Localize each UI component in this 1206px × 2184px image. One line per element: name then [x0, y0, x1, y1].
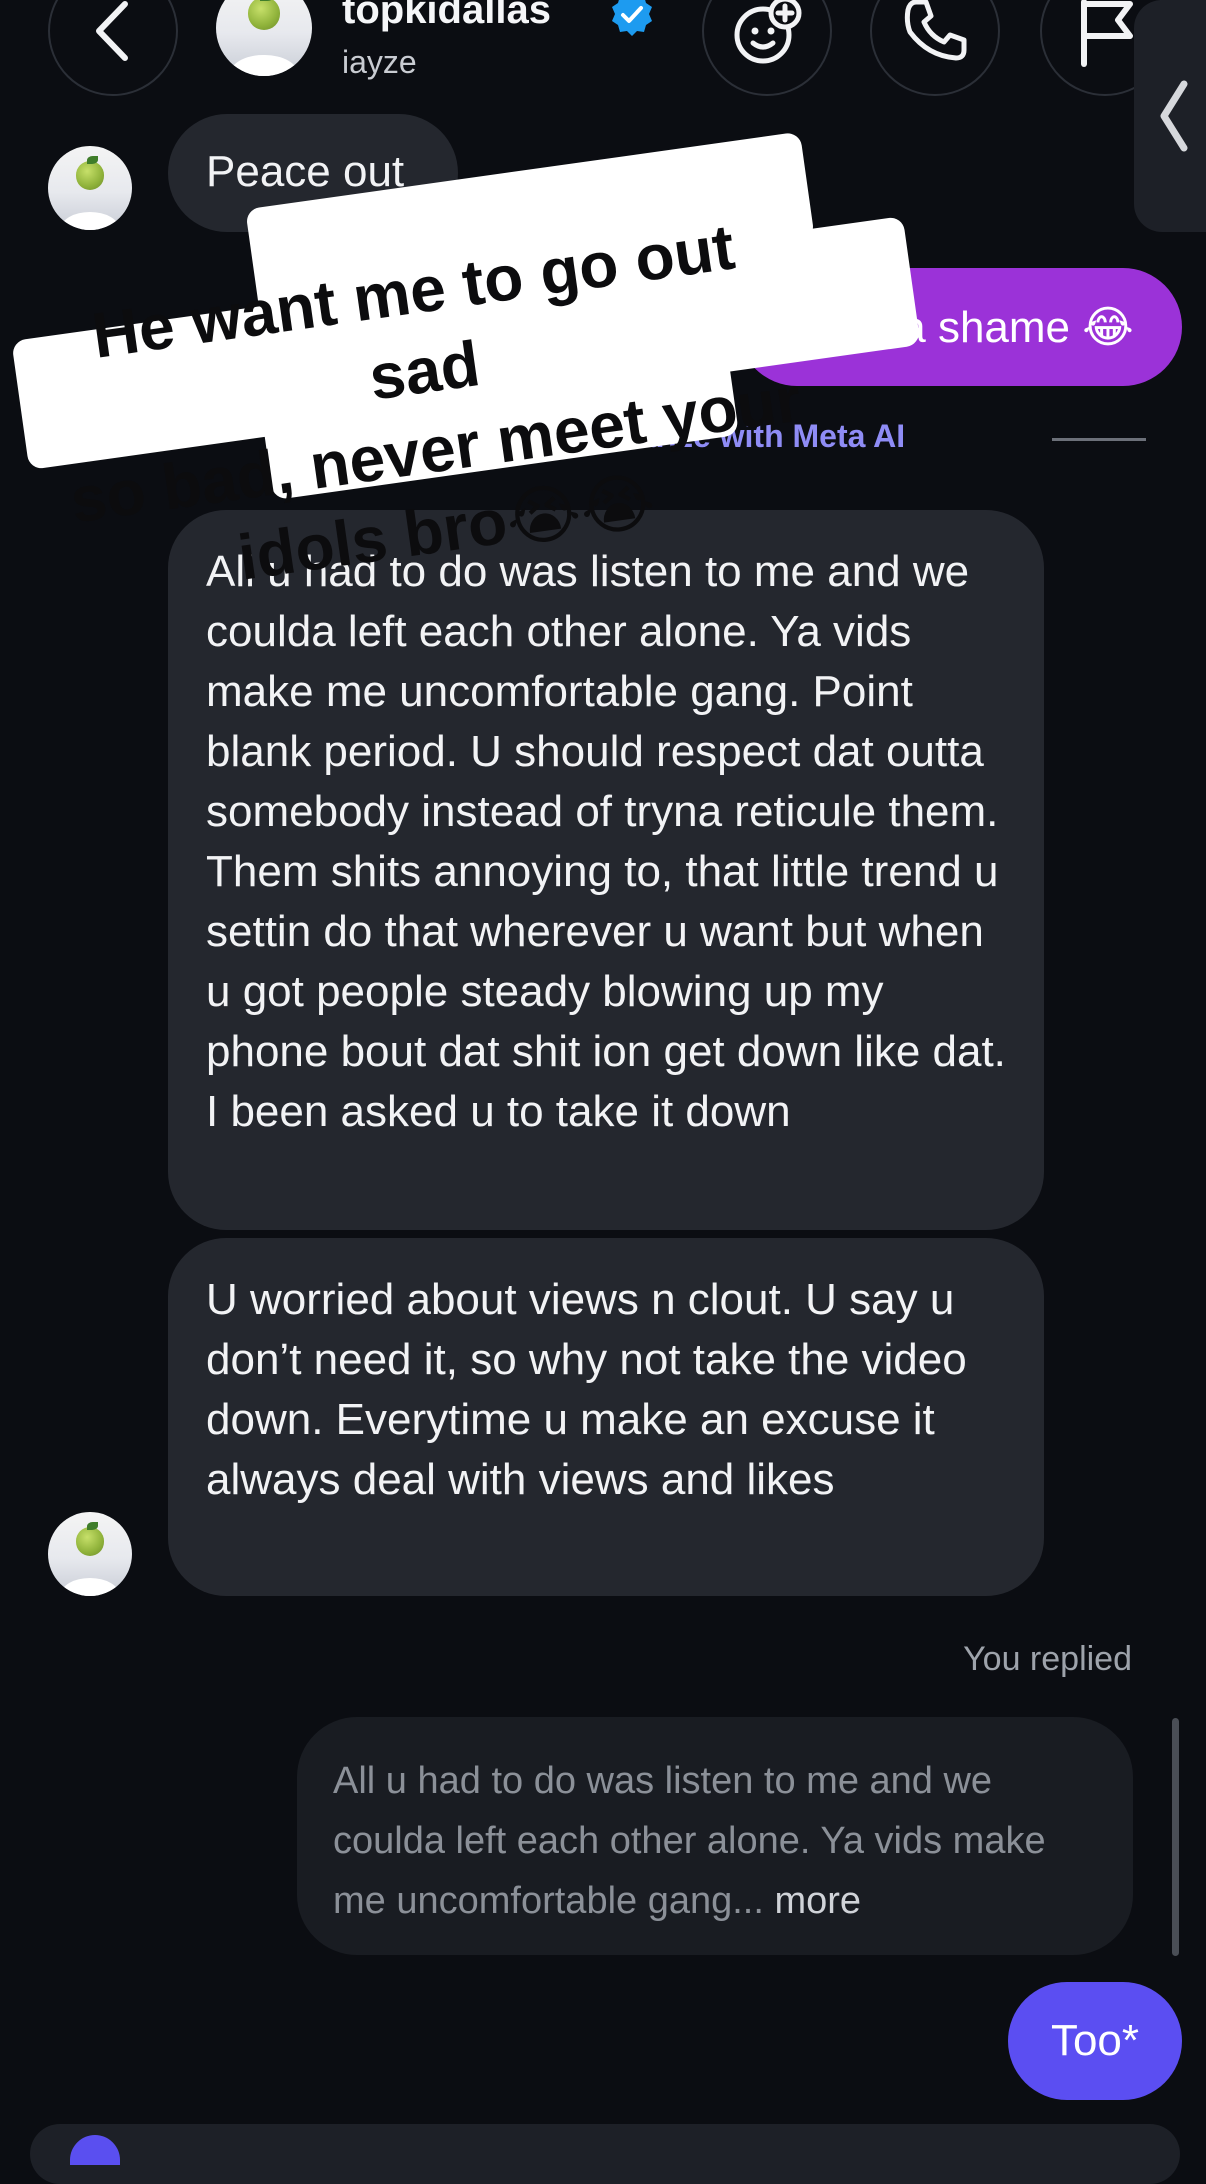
verified-badge-icon: [612, 0, 652, 36]
message-composer[interactable]: [30, 2124, 1180, 2184]
chat-handle: iayze: [342, 44, 417, 80]
chat-username[interactable]: topkidallas: [342, 0, 551, 33]
message-text: U worried about views n clout. U say u d…: [206, 1275, 967, 1504]
reply-more-link[interactable]: more: [774, 1880, 861, 1922]
call-button[interactable]: [870, 0, 1000, 96]
message-text: All u had to do was listen to me and we …: [206, 547, 1006, 1136]
chevron-left-icon: [1160, 80, 1188, 152]
face-plus-icon: [734, 0, 802, 64]
reply-quote[interactable]: All u had to do was listen to me and we …: [297, 1717, 1133, 1955]
phone-icon: [904, 0, 967, 61]
header-avatar[interactable]: [216, 0, 312, 76]
chevron-left-icon: [96, 1, 128, 61]
message-text: Too*: [1050, 2016, 1140, 2065]
flag-icon: [1081, 0, 1133, 67]
effects-button[interactable]: [702, 0, 832, 96]
sender-avatar[interactable]: [48, 146, 132, 230]
message-too[interactable]: Too*: [1008, 1982, 1182, 2100]
scrollbar[interactable]: [1172, 1718, 1179, 1956]
you-replied-label: You replied: [963, 1640, 1132, 1678]
sender-avatar[interactable]: [48, 1512, 132, 1596]
divider: [1052, 438, 1146, 441]
message-text: Peace out: [206, 147, 405, 196]
back-button[interactable]: [48, 0, 178, 96]
side-panel-tab[interactable]: [1134, 0, 1206, 232]
reply-quote-text: All u had to do was listen to me and we …: [333, 1760, 1046, 1922]
message-long-2[interactable]: U worried about views n clout. U say u d…: [168, 1238, 1044, 1596]
message-long-1[interactable]: All u had to do was listen to me and we …: [168, 510, 1044, 1230]
